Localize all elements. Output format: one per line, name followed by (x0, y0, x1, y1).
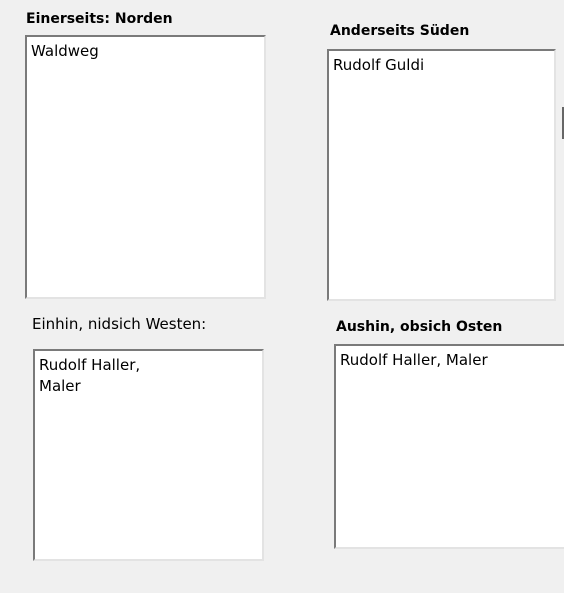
east-textarea[interactable]: Rudolf Haller, Maler (334, 344, 564, 549)
north-textarea[interactable]: Waldweg (25, 35, 266, 299)
west-textarea[interactable]: Rudolf Haller, Maler (33, 349, 264, 561)
south-label: Anderseits Süden (330, 23, 470, 39)
south-textarea[interactable]: Rudolf Guldi (327, 49, 556, 301)
north-label: Einerseits: Norden (26, 11, 173, 27)
east-label: Aushin, obsich Osten (336, 319, 503, 335)
west-label: Einhin, nidsich Westen: (32, 315, 207, 333)
